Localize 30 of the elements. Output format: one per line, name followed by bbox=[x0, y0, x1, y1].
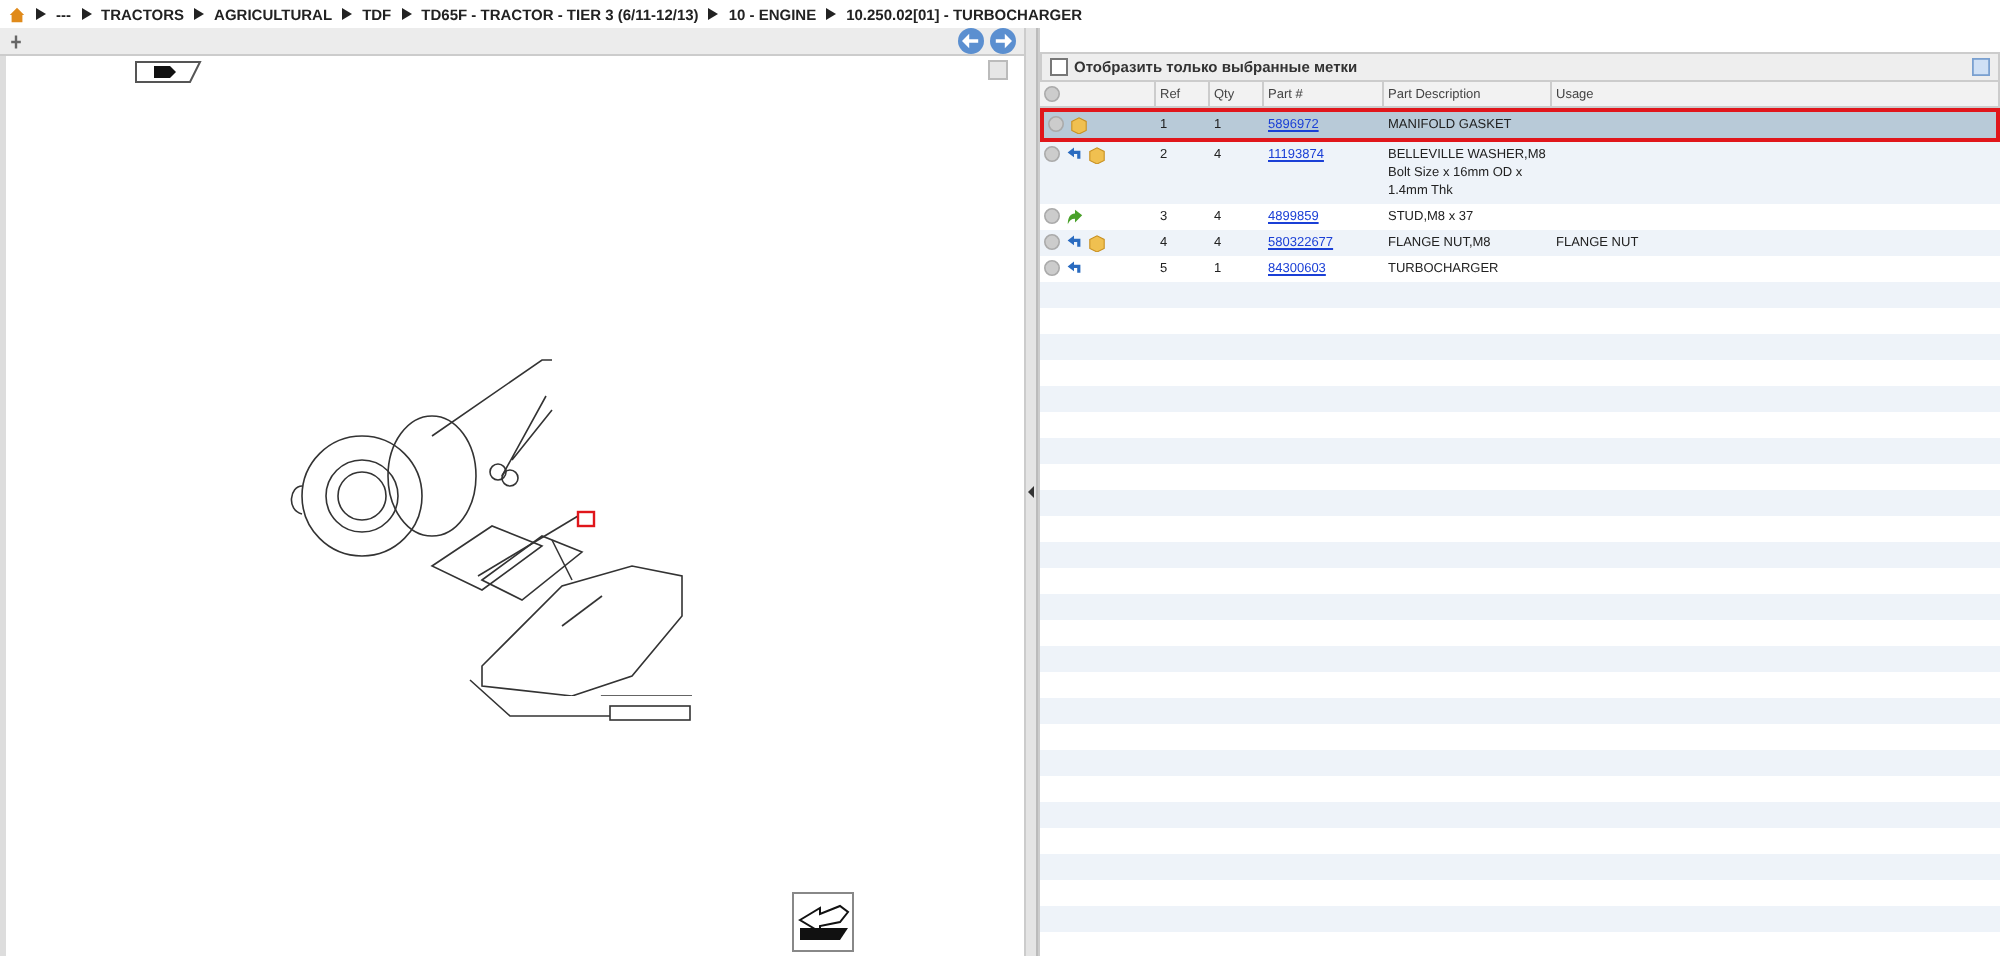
row-icons-cell[interactable] bbox=[1040, 108, 1156, 142]
left-arrow-icon bbox=[962, 32, 980, 50]
triangle-icon bbox=[81, 8, 91, 20]
row-icons-cell[interactable] bbox=[1040, 142, 1156, 204]
row-icons-cell[interactable] bbox=[1040, 230, 1156, 256]
triangle-icon bbox=[194, 8, 205, 20]
add-circle-icon[interactable] bbox=[1044, 208, 1060, 224]
square-button-icon[interactable] bbox=[988, 60, 1008, 80]
triangle-icon bbox=[826, 8, 837, 20]
collapse-icon[interactable] bbox=[1027, 486, 1035, 498]
back-button[interactable] bbox=[958, 28, 984, 54]
hand-pointer-icon[interactable] bbox=[134, 60, 202, 84]
triangle-icon bbox=[708, 8, 719, 20]
forward-button[interactable] bbox=[990, 28, 1016, 54]
home-icon[interactable] bbox=[8, 5, 26, 23]
filter-checkbox[interactable] bbox=[1050, 58, 1068, 76]
triangle-icon bbox=[36, 8, 46, 20]
grid-view-icon[interactable] bbox=[1972, 58, 1990, 76]
pin-icon[interactable] bbox=[8, 33, 24, 49]
right-arrow-icon bbox=[994, 32, 1012, 50]
add-circle-icon[interactable] bbox=[1044, 234, 1060, 250]
package-icon bbox=[1088, 234, 1106, 252]
splitter-handle[interactable] bbox=[1026, 28, 1038, 956]
triangle-icon bbox=[401, 8, 412, 20]
forward-arrow-icon bbox=[1066, 208, 1084, 226]
back-arrow-icon bbox=[1066, 146, 1082, 162]
add-circle-icon[interactable] bbox=[1044, 86, 1060, 102]
triangle-icon bbox=[342, 8, 353, 20]
add-circle-icon[interactable] bbox=[1044, 146, 1060, 162]
add-circle-icon[interactable] bbox=[1044, 260, 1060, 276]
